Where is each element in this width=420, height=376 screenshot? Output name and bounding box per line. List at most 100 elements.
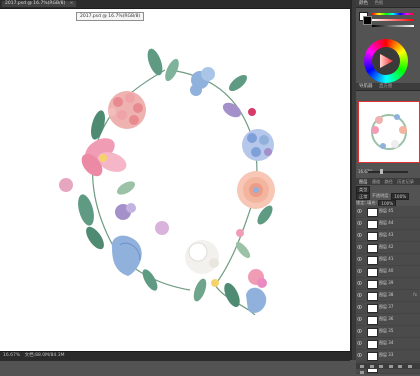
tab-channels[interactable]: 通道 (372, 179, 380, 184)
navigator-zoom-handle[interactable] (380, 169, 383, 174)
hue-slider[interactable] (372, 12, 414, 15)
layer-name[interactable]: 图层 34 (379, 340, 393, 346)
eye-icon[interactable] (357, 269, 362, 273)
layer-name[interactable]: 图层 37 (379, 304, 393, 310)
layer-name[interactable]: 图层 38 (379, 292, 393, 298)
layer-name[interactable]: 图层 43 (379, 232, 393, 238)
color-wheel[interactable] (364, 39, 408, 83)
layer-blend-row: 正常 不透明度: 100% (356, 192, 420, 200)
layer-row[interactable]: 图层 45 (356, 206, 420, 218)
hydrangea-pink (108, 91, 146, 129)
eye-icon[interactable] (357, 305, 362, 309)
layer-name[interactable]: 图层 35 (379, 328, 393, 334)
saturation-slider[interactable] (372, 18, 414, 21)
layer-row[interactable]: 图层 36 (356, 314, 420, 326)
eye-icon[interactable] (357, 209, 362, 213)
layer-name[interactable]: 图层 45 (379, 208, 393, 214)
opacity-label: 不透明度: (371, 193, 390, 198)
layer-thumbnail (367, 232, 378, 241)
eye-icon[interactable] (357, 281, 362, 285)
eye-icon[interactable] (357, 341, 362, 345)
tab-color[interactable]: 颜色 (359, 1, 368, 6)
tab-histogram[interactable]: 直方图 (379, 84, 393, 89)
color-panel (356, 8, 420, 83)
color-triangle-icon[interactable] (378, 53, 394, 69)
fill-label: 填充: (367, 200, 377, 205)
new-layer-icon[interactable] (407, 364, 412, 368)
layer-thumbnail (367, 292, 378, 301)
brightness-slider[interactable] (372, 24, 414, 27)
layer-thumbnail (367, 208, 378, 217)
right-panel-dock: 颜色 色板 导航器 直方图 16.67% 图层 通道 路径 历史记录 类型 正常… (356, 0, 420, 374)
document-tab[interactable]: 2017.psd @ 16.7%(RGB/8) × (2, 1, 77, 7)
layer-list: 图层 45 图层 44 图层 43 图层 42 图层 41 图层 40 图层 39 图层 38… (356, 206, 420, 374)
layer-thumbnail (367, 220, 378, 229)
tab-navigator[interactable]: 导航器 (359, 84, 373, 89)
tab-history[interactable]: 历史记录 (397, 179, 414, 184)
layer-thumbnail (367, 256, 378, 265)
document-size: 文档:88.0M/84.3M (24, 353, 65, 358)
layer-name[interactable]: 图层 40 (379, 268, 393, 274)
layer-thumbnail (367, 328, 378, 337)
layer-row[interactable]: 图层 40 (356, 266, 420, 278)
background-color-swatch[interactable] (363, 16, 372, 25)
trash-icon[interactable] (360, 371, 364, 374)
peach-rose (237, 171, 275, 209)
layer-row[interactable]: 图层 44 (356, 218, 420, 230)
purple-flowers (115, 203, 169, 235)
navigator-panel: 16.67% (356, 91, 420, 178)
layer-name[interactable]: 图层 42 (379, 244, 393, 250)
layer-thumbnail (367, 280, 378, 289)
eye-icon[interactable] (357, 245, 362, 249)
tab-layers[interactable]: 图层 (359, 179, 367, 184)
magnolia-pink (59, 138, 127, 192)
layer-row[interactable]: 图层 34 (356, 338, 420, 350)
color-panel-header: 颜色 色板 (356, 0, 420, 8)
tab-swatches[interactable]: 色板 (374, 1, 383, 6)
eye-icon[interactable] (357, 317, 362, 321)
link-layers-icon[interactable] (360, 364, 364, 368)
canvas[interactable]: 2017.psd @ 16.7%(RGB/8) (0, 9, 350, 351)
zoom-level[interactable]: 16.67% (3, 353, 20, 358)
eye-icon[interactable] (357, 221, 362, 225)
eye-icon[interactable] (357, 233, 362, 237)
navigator-preview[interactable] (358, 101, 420, 163)
layers-panel-tabs: 图层 通道 路径 历史记录 (356, 178, 420, 185)
layer-row[interactable]: 图层 39 (356, 278, 420, 290)
layer-name[interactable]: 图层 44 (379, 220, 393, 226)
lock-label: 锁定: (356, 200, 366, 205)
navigator-panel-header: 导航器 直方图 (356, 83, 420, 91)
layer-name[interactable]: 图层 39 (379, 280, 393, 286)
tab-paths[interactable]: 路径 (384, 179, 392, 184)
eye-icon[interactable] (357, 257, 362, 261)
eye-icon[interactable] (357, 329, 362, 333)
document-tabbar: 2017.psd @ 16.7%(RGB/8) × (0, 0, 350, 9)
blue-flowers-top (190, 67, 256, 118)
fx-icon[interactable] (369, 364, 374, 368)
hydrangea-blue (242, 129, 274, 161)
layer-row[interactable]: 图层 38 fx (356, 290, 420, 302)
adjustment-icon[interactable] (388, 364, 393, 368)
close-icon[interactable]: × (70, 1, 74, 6)
layer-row[interactable]: 图层 41 (356, 254, 420, 266)
folder-icon[interactable] (398, 364, 403, 368)
mask-icon[interactable] (379, 364, 384, 368)
navigator-zoom-slider[interactable] (368, 171, 408, 173)
layer-thumbnail (367, 244, 378, 253)
layer-thumbnail (367, 268, 378, 277)
layer-name[interactable]: 图层 41 (379, 256, 393, 262)
layer-thumbnail (367, 304, 378, 313)
layers-panel: 图层 通道 路径 历史记录 类型 正常 不透明度: 100% 锁定: 填充: 1… (356, 178, 420, 374)
floral-wreath-artwork (59, 48, 275, 316)
eye-icon[interactable] (357, 353, 362, 357)
layer-name[interactable]: 图层 33 (379, 352, 393, 358)
layer-fx-badge[interactable]: fx (413, 292, 417, 297)
layer-row[interactable]: 图层 42 (356, 242, 420, 254)
layer-name[interactable]: 图层 36 (379, 316, 393, 322)
layer-row[interactable]: 图层 33 (356, 350, 420, 362)
layer-row[interactable]: 图层 35 (356, 326, 420, 338)
navigator-wreath-thumbnail (371, 114, 407, 150)
layer-row[interactable]: 图层 43 (356, 230, 420, 242)
layer-row[interactable]: 图层 37 (356, 302, 420, 314)
eye-icon[interactable] (357, 293, 362, 297)
